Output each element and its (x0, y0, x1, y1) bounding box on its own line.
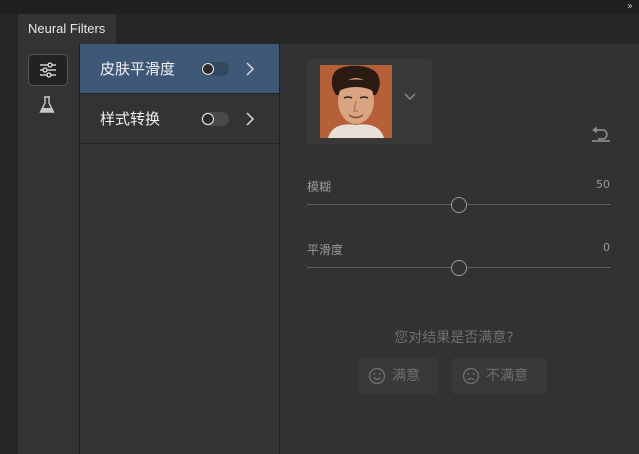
smoothness-value: 0 (603, 241, 610, 254)
blur-slider-thumb[interactable] (451, 197, 467, 213)
chevron-right-icon[interactable] (245, 111, 255, 127)
sliders-icon (40, 62, 56, 78)
collapse-panel-icon[interactable]: ›› (627, 0, 633, 14)
reset-icon[interactable] (590, 126, 612, 142)
chevron-right-icon[interactable] (245, 61, 255, 77)
satisfied-button[interactable]: 满意 (358, 358, 438, 394)
filter-item-skin-smoothing[interactable]: 皮肤平滑度 (80, 44, 279, 94)
filter-settings: 模糊 50 平滑度 0 您对结果是否满意? 满意 不满意 (280, 44, 639, 454)
toggle-knob (202, 113, 214, 125)
filter-toggle[interactable] (201, 112, 229, 126)
tab-bar: Neural Filters (18, 14, 639, 44)
left-edge (0, 14, 18, 454)
smile-icon (368, 367, 386, 385)
flask-icon (39, 96, 55, 113)
filter-list: 皮肤平滑度 样式转换 (80, 44, 280, 454)
tool-column (18, 44, 80, 454)
unsatisfied-button[interactable]: 不满意 (452, 358, 547, 394)
tab-neural-filters[interactable]: Neural Filters (18, 14, 116, 44)
filters-tool-button[interactable] (28, 54, 68, 86)
smoothness-slider-thumb[interactable] (451, 260, 467, 276)
blur-label: 模糊 (307, 180, 332, 194)
chevron-down-icon[interactable] (404, 93, 416, 101)
beta-filters-button[interactable] (39, 96, 55, 118)
face-thumbnail (320, 65, 392, 138)
smoothness-label: 平滑度 (307, 243, 344, 257)
unsatisfied-label: 不满意 (486, 368, 528, 384)
frown-icon (462, 367, 480, 385)
filter-label: 皮肤平滑度 (100, 60, 176, 78)
toggle-knob (202, 63, 214, 75)
filter-label: 样式转换 (100, 110, 161, 128)
filter-item-style-transfer[interactable]: 样式转换 (80, 94, 279, 144)
filter-toggle[interactable] (201, 62, 229, 76)
satisfied-label: 满意 (392, 368, 420, 384)
reference-image-picker[interactable] (307, 59, 432, 144)
top-bar: ›› (0, 0, 639, 14)
blur-value: 50 (596, 178, 610, 191)
feedback-question: 您对结果是否满意? (394, 330, 514, 346)
